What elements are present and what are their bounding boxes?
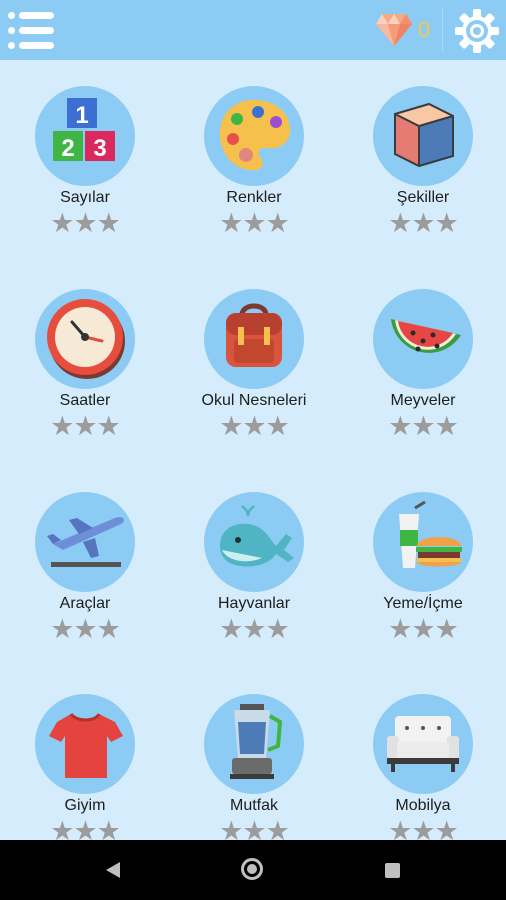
category-tile-yeme-icme[interactable]: Yeme/İçme ★★★ [353, 492, 493, 652]
category-label: Şekiller [396, 189, 450, 206]
home-circle-icon[interactable] [241, 858, 263, 880]
category-tile-meyveler[interactable]: Meyveler ★★★ [353, 289, 493, 449]
category-label: Meyveler [390, 392, 456, 409]
clock-icon [35, 289, 135, 389]
menu-button[interactable] [8, 12, 54, 50]
category-tile-mutfak[interactable]: Mutfak ★★★ [184, 694, 324, 854]
burger-drink-icon [373, 492, 473, 592]
blender-icon [204, 694, 304, 794]
category-tile-renkler[interactable]: Renkler ★★★ [184, 86, 324, 246]
category-label: Mutfak [229, 797, 278, 814]
star-rating: ★★★ [50, 614, 121, 644]
star-rating: ★★★ [388, 614, 459, 644]
category-tile-saatler[interactable]: Saatler ★★★ [15, 289, 155, 449]
star-rating: ★★★ [219, 411, 290, 441]
category-tile-mobilya[interactable]: Mobilya ★★★ [353, 694, 493, 854]
category-tile-araclar[interactable]: Araçlar ★★★ [15, 492, 155, 652]
star-rating: ★★★ [50, 411, 121, 441]
svg-text:2: 2 [61, 135, 74, 162]
star-rating: ★★★ [388, 411, 459, 441]
category-label: Saatler [59, 392, 111, 409]
diamond-icon [376, 14, 412, 46]
header-divider [442, 8, 443, 52]
whale-icon [204, 492, 304, 592]
watermelon-icon [373, 289, 473, 389]
airplane-icon [35, 492, 135, 592]
category-label: Okul Nesneleri [201, 392, 307, 409]
category-tile-hayvanlar[interactable]: Hayvanlar ★★★ [184, 492, 324, 652]
back-triangle-icon[interactable] [104, 860, 122, 880]
svg-text:3: 3 [93, 135, 106, 162]
backpack-icon [204, 289, 304, 389]
category-tile-sekiller[interactable]: Şekiller ★★★ [353, 86, 493, 246]
number-blocks-icon: 1 2 3 [35, 86, 135, 186]
sofa-icon [373, 694, 473, 794]
category-label: Sayılar [60, 189, 110, 206]
gear-icon[interactable] [454, 8, 500, 54]
tshirt-icon [35, 694, 135, 794]
recent-square-icon[interactable] [385, 863, 400, 878]
category-label: Hayvanlar [217, 595, 291, 612]
category-label: Yeme/İçme [383, 595, 463, 612]
category-tile-okul-nesneleri[interactable]: Okul Nesneleri ★★★ [184, 289, 324, 449]
category-label: Araçlar [59, 595, 111, 612]
svg-text:1: 1 [75, 102, 88, 129]
star-rating: ★★★ [388, 208, 459, 238]
paint-palette-icon [204, 86, 304, 186]
category-label: Renkler [226, 189, 282, 206]
star-rating: ★★★ [219, 614, 290, 644]
star-rating: ★★★ [50, 208, 121, 238]
category-tile-sayilar[interactable]: 1 2 3 Sayılar ★★★ [15, 86, 155, 246]
star-rating: ★★★ [219, 208, 290, 238]
gem-count: 0 [418, 17, 431, 42]
category-label: Giyim [64, 797, 106, 814]
cube-icon [373, 86, 473, 186]
menu-list-icon [8, 12, 54, 19]
category-label: Mobilya [395, 797, 451, 814]
category-tile-giyim[interactable]: Giyim ★★★ [15, 694, 155, 854]
